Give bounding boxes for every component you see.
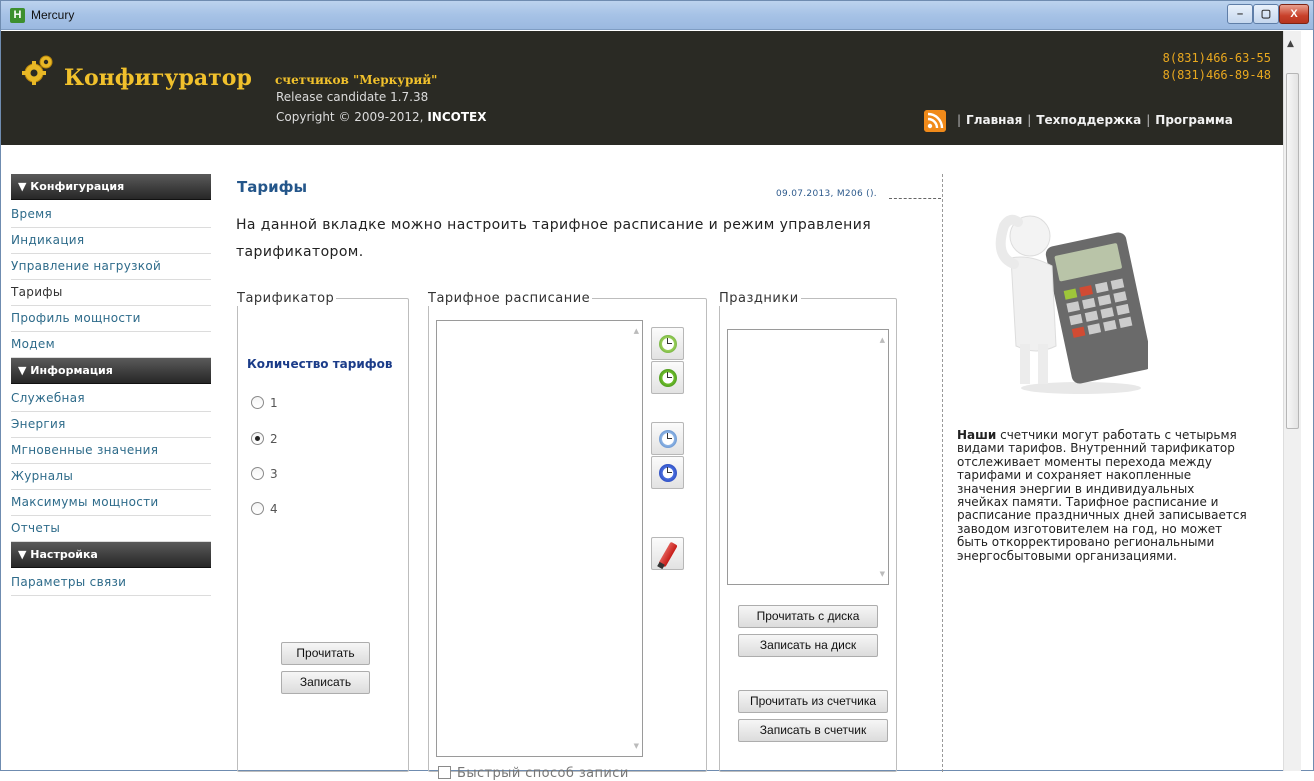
edit-time-button[interactable] (651, 422, 684, 455)
write-to-disk-button[interactable]: Записать на диск (738, 634, 878, 657)
window-titlebar[interactable]: H Mercury – ▢ X (1, 1, 1313, 30)
tariff-option-2[interactable]: 2 (251, 432, 278, 448)
refresh-schedule-button[interactable] (651, 361, 684, 394)
page-description: На данной вкладке можно настроить тарифн… (236, 217, 872, 260)
release-version: Release candidate 1.7.38 (276, 90, 429, 104)
logo-title: Конфигуратор (64, 65, 252, 91)
clock-blue-icon (659, 430, 677, 448)
nav-link-home[interactable]: Главная (966, 113, 1022, 127)
write-to-meter-button[interactable]: Записать в счетчик (738, 719, 888, 742)
sidebar-item-connection-params[interactable]: Параметры связи (11, 570, 211, 596)
tariff-option-4[interactable]: 4 (251, 502, 278, 518)
tariffer-group: Тарификатор Количество тарифов 1 2 3 4 П… (237, 291, 409, 772)
clock-refresh-green-icon (659, 369, 677, 387)
edit-schedule-button[interactable] (651, 537, 684, 570)
read-from-meter-button[interactable]: Прочитать из счетчика (738, 690, 888, 713)
nav-separator: | (1027, 113, 1032, 127)
read-tariffs-button[interactable]: Прочитать (281, 642, 370, 665)
tariff-option-label: 2 (270, 432, 278, 446)
logo-subtitle: счетчиков "Меркурий" (275, 73, 438, 87)
sidebar-item-journals[interactable]: Журналы (11, 464, 211, 490)
holidays-group: Праздники ▲ ▼ Прочитать с диска Записать… (719, 291, 897, 772)
sidebar-section-information[interactable]: ▼ Информация (11, 358, 211, 384)
scroll-up-arrow-icon[interactable]: ▲ (1287, 39, 1294, 49)
add-schedule-button[interactable] (651, 327, 684, 360)
copyright-company: INCOTEX (427, 110, 487, 124)
nav-separator: | (957, 113, 962, 127)
promo-text-bold: Наши (957, 428, 997, 442)
read-from-disk-button[interactable]: Прочитать с диска (738, 605, 878, 628)
sidebar-item-instant-values[interactable]: Мгновенные значения (11, 438, 211, 464)
maximize-button[interactable]: ▢ (1253, 4, 1279, 24)
clock-refresh-blue-icon (659, 464, 677, 482)
close-button[interactable]: X (1279, 4, 1309, 24)
reset-time-button[interactable] (651, 456, 684, 489)
sidebar-section-settings[interactable]: ▼ Настройка (11, 542, 211, 568)
scroll-down-arrow-icon[interactable]: ▼ (634, 742, 639, 750)
scroll-down-arrow-icon[interactable]: ▼ (880, 570, 885, 578)
tariff-option-label: 4 (270, 502, 278, 516)
phone-2: 8(831)466-89-48 (1162, 68, 1271, 82)
sidebar-item-power-profile[interactable]: Профиль мощности (11, 306, 211, 332)
sidebar-item-tariffs[interactable]: Тарифы (11, 280, 211, 306)
nav-separator: | (1146, 113, 1151, 127)
page-title: Тарифы (237, 178, 308, 196)
tariff-option-label: 3 (270, 467, 278, 481)
promo-text: Наши счетчики могут работать с четырьмя … (957, 428, 1247, 563)
minimize-button[interactable]: – (1227, 4, 1253, 24)
gears-icon (22, 55, 53, 85)
schedule-list[interactable]: ▲ ▼ (436, 320, 643, 757)
tariff-option-1[interactable]: 1 (251, 396, 278, 412)
window-title: Mercury (31, 8, 75, 22)
app-icon: H (10, 8, 25, 23)
nav-link-program[interactable]: Программа (1155, 113, 1233, 127)
tariffer-legend: Тарификатор (237, 291, 335, 306)
holidays-legend: Праздники (719, 291, 799, 306)
tariff-option-3[interactable]: 3 (251, 467, 278, 483)
fast-write-label: Быстрый способ записи (457, 766, 629, 781)
tariff-schedule-group: Тарифное расписание ▲ ▼ Быстрый способ з… (428, 291, 707, 781)
sidebar-item-load-control[interactable]: Управление нагрузкой (11, 254, 211, 280)
sidebar-item-service[interactable]: Служебная (11, 386, 211, 412)
scrollbar-thumb[interactable] (1286, 73, 1299, 429)
tariff-count-label: Количество тарифов (247, 357, 393, 371)
promo-text-body: счетчики могут работать с четырьмя видам… (957, 428, 1247, 563)
checkbox-icon[interactable] (438, 766, 451, 779)
schedule-legend: Тарифное расписание (428, 291, 591, 306)
sidebar-item-reports[interactable]: Отчеты (11, 516, 211, 542)
sidebar: ▼ Конфигурация Время Индикация Управлени… (11, 174, 211, 596)
sidebar-item-power-maximums[interactable]: Максимумы мощности (11, 490, 211, 516)
page-meta: 09.07.2013, M206 (). (776, 189, 877, 199)
app-window: H Mercury – ▢ X Конфигуратор счетчиков "… (0, 0, 1314, 781)
column-divider (942, 174, 943, 772)
radio-selected-icon[interactable] (251, 432, 264, 445)
nav-link-support[interactable]: Техподдержка (1036, 113, 1141, 127)
phone-1: 8(831)466-63-55 (1162, 51, 1271, 65)
radio-icon[interactable] (251, 467, 264, 480)
copyright-prefix: Copyright © 2009-2012, (276, 110, 428, 124)
scroll-up-arrow-icon[interactable]: ▲ (634, 327, 639, 335)
phone-numbers: 8(831)466-63-55 8(831)466-89-48 (1163, 50, 1271, 84)
rss-icon[interactable] (924, 110, 946, 132)
scroll-up-arrow-icon[interactable]: ▲ (880, 336, 885, 344)
meta-divider (889, 198, 941, 199)
fast-write-checkbox[interactable]: Быстрый способ записи (438, 766, 629, 781)
sidebar-item-modem[interactable]: Модем (11, 332, 211, 358)
top-navigation: | Главная | Техподдержка | Программа (952, 113, 1233, 127)
holidays-list[interactable]: ▲ ▼ (727, 329, 889, 585)
copyright: Copyright © 2009-2012, INCOTEX (276, 110, 486, 124)
main-content: Тарифы 09.07.2013, M206 (). На данной вк… (226, 174, 944, 781)
page-scrollbar[interactable]: ▲ (1283, 31, 1301, 771)
calculator-man-illustration (995, 214, 1148, 394)
tariff-option-label: 1 (270, 396, 278, 410)
write-tariffs-button[interactable]: Записать (281, 671, 370, 694)
sidebar-item-time[interactable]: Время (11, 202, 211, 228)
clock-green-icon (659, 335, 677, 353)
radio-icon[interactable] (251, 396, 264, 409)
sidebar-item-energy[interactable]: Энергия (11, 412, 211, 438)
sidebar-section-configuration[interactable]: ▼ Конфигурация (11, 174, 211, 200)
sidebar-item-indication[interactable]: Индикация (11, 228, 211, 254)
radio-icon[interactable] (251, 502, 264, 515)
site-header: Конфигуратор счетчиков "Меркурий" Releas… (1, 31, 1283, 145)
